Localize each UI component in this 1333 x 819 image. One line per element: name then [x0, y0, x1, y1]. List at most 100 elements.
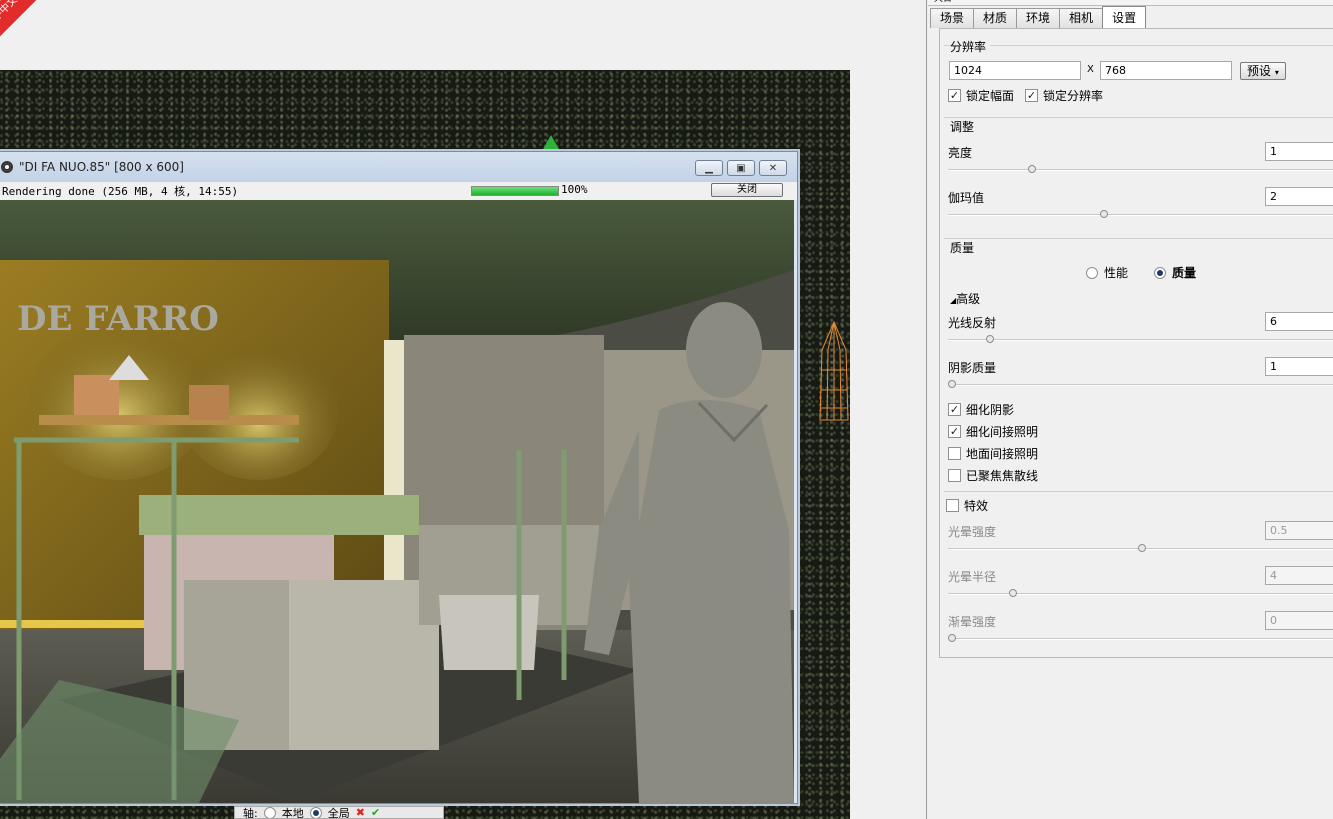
checkbox-box[interactable]	[948, 447, 961, 460]
performance-radio[interactable]	[1086, 266, 1098, 279]
gizmo-arrow-icon[interactable]	[542, 135, 560, 151]
lock-resolution-checkbox[interactable]: ✓ 锁定分辨率	[1025, 87, 1103, 104]
rendered-image: DE FARRO	[0, 200, 794, 803]
ground-indirect-checkbox[interactable]: 地面间接照明	[948, 445, 1038, 462]
preset-dropdown[interactable]: 预设 ▾	[1240, 62, 1286, 80]
checkbox-box[interactable]: ✓	[948, 425, 961, 438]
checkbox-box[interactable]	[946, 499, 959, 512]
refine-indirect-checkbox[interactable]: ✓ 细化间接照明	[948, 423, 1038, 440]
resolution-width-input[interactable]: 1024	[949, 61, 1081, 80]
axis-toolbar: 轴: 本地 全局 ✖ ✔	[234, 806, 444, 819]
axis-label: 轴:	[243, 806, 258, 819]
app-stage: xuexiniu 学犀牛中文网 "DI FA NUO.85" [800 x 60…	[0, 0, 1333, 819]
lock-resolution-label: 锁定分辨率	[1043, 89, 1104, 103]
vignette-slider-thumb[interactable]	[948, 634, 956, 642]
lock-aspect-checkbox[interactable]: ✓ 锁定幅面	[948, 87, 1014, 104]
maximize-button[interactable]: ▣	[727, 160, 755, 176]
resolution-height-input[interactable]: 768	[1100, 61, 1232, 80]
confirm-icon[interactable]: ✔	[371, 807, 380, 818]
cancel-icon[interactable]: ✖	[356, 807, 365, 818]
ray-bounces-input[interactable]: 6	[1265, 312, 1333, 331]
shadow-quality-input[interactable]: 1	[1265, 357, 1333, 376]
ground-indirect-label: 地面间接照明	[966, 447, 1039, 461]
refine-shadows-label: 细化阴影	[966, 403, 1015, 417]
preset-label: 预设	[1247, 64, 1272, 78]
quality-label: 质量	[1172, 266, 1197, 280]
store-sign: DE FARRO	[17, 299, 219, 339]
global-radio[interactable]	[309, 807, 322, 818]
bloom-intensity-label: 光晕强度	[948, 525, 997, 539]
focused-caustics-checkbox[interactable]: 已聚焦焦散线	[948, 467, 1038, 484]
ray-bounces-slider-track[interactable]	[948, 335, 1333, 343]
render-status-bar: Rendering done (256 MB, 4 核, 14:55)	[0, 182, 797, 200]
chevron-down-icon: ▾	[1274, 68, 1279, 77]
bloom-radius-slider-track[interactable]	[948, 589, 1333, 597]
effects-label: 特效	[964, 499, 989, 513]
close-render-button[interactable]: 关闭	[711, 183, 783, 197]
ray-bounces-slider-thumb[interactable]	[985, 335, 994, 343]
quality-group-title: 质量	[950, 241, 975, 255]
adjust-group-title: 调整	[950, 120, 975, 134]
brightness-input[interactable]: 1	[1265, 142, 1333, 161]
gamma-slider-track[interactable]	[948, 210, 1333, 218]
app-icon	[1, 161, 13, 173]
maximize-icon: ▣	[736, 162, 746, 174]
focused-caustics-label: 已聚焦焦散线	[966, 469, 1039, 483]
tab-settings[interactable]: 设置	[1102, 6, 1147, 28]
resolution-separator: X	[1087, 64, 1094, 75]
progress-fill	[472, 187, 558, 195]
bloom-radius-slider-thumb[interactable]	[1008, 589, 1017, 597]
checkbox-box[interactable]	[948, 469, 961, 482]
tab-scene[interactable]: 场景	[930, 8, 975, 28]
close-icon: ✕	[768, 162, 778, 174]
render-window-titlebar[interactable]: "DI FA NUO.85" [800 x 600] ▁ ▣ ✕	[0, 152, 797, 182]
watermark-logo: xuexiniu 学犀牛中文网	[0, 0, 80, 64]
tab-materials[interactable]: 材质	[973, 8, 1018, 28]
brightness-slider-thumb[interactable]	[1027, 165, 1036, 173]
render-settings-panel: 场景 材质 环境 相机 设置 分辨率 1024 X 768 预设 ▾ ✓ 锁定幅面…	[926, 0, 1333, 819]
shadow-quality-slider-thumb[interactable]	[948, 380, 956, 388]
advanced-label: 高级	[956, 292, 981, 306]
render-window-title: "DI FA NUO.85" [800 x 600]	[19, 160, 184, 174]
render-window: "DI FA NUO.85" [800 x 600] ▁ ▣ ✕ Renderi…	[0, 151, 798, 804]
quality-radio[interactable]	[1154, 266, 1167, 279]
vignette-label: 渐晕强度	[948, 615, 997, 629]
tab-strip: 场景 材质 环境 相机 设置	[930, 6, 1147, 28]
refine-indirect-label: 细化间接照明	[966, 425, 1039, 439]
checkbox-box[interactable]: ✓	[948, 89, 961, 102]
lock-aspect-label: 锁定幅面	[966, 89, 1015, 103]
refine-shadows-checkbox[interactable]: ✓ 细化阴影	[948, 401, 1014, 418]
close-button[interactable]: ✕	[759, 160, 787, 176]
advanced-expander[interactable]: ◢高级	[950, 290, 980, 307]
bloom-radius-input[interactable]: 4	[1265, 566, 1333, 585]
effects-checkbox[interactable]: 特效	[946, 497, 993, 514]
tab-environment[interactable]: 环境	[1016, 8, 1061, 28]
progress-percent: 100%	[561, 183, 588, 196]
brightness-slider-track[interactable]	[948, 165, 1333, 173]
resolution-group-title: 分辨率	[950, 38, 991, 55]
minimize-button[interactable]: ▁	[695, 160, 723, 176]
bloom-intensity-input[interactable]: 0.5	[1265, 521, 1333, 540]
performance-label: 性能	[1104, 266, 1129, 280]
local-label: 本地	[281, 806, 304, 819]
bloom-radius-label: 光晕半径	[948, 570, 997, 584]
minimize-icon: ▁	[705, 162, 713, 174]
vignette-slider-track[interactable]	[948, 634, 1333, 642]
shadow-quality-slider-track[interactable]	[948, 380, 1333, 388]
checkbox-box[interactable]: ✓	[948, 403, 961, 416]
tab-camera[interactable]: 相机	[1059, 8, 1104, 28]
bloom-intensity-slider-track[interactable]	[948, 544, 1333, 552]
birdcage-wireframe	[818, 320, 850, 438]
gamma-slider-thumb[interactable]	[1099, 210, 1108, 218]
gamma-input[interactable]: 2	[1265, 187, 1333, 206]
gamma-label: 伽玛值	[948, 191, 985, 205]
brightness-label: 亮度	[948, 146, 973, 160]
shadow-quality-label: 阴影质量	[948, 361, 997, 375]
ray-bounces-label: 光线反射	[948, 316, 997, 330]
vignette-input[interactable]: 0	[1265, 611, 1333, 630]
local-radio[interactable]	[263, 807, 276, 818]
checkbox-box[interactable]: ✓	[1025, 89, 1038, 102]
panel-header-text: 天日	[934, 0, 952, 4]
global-label: 全局	[327, 806, 350, 819]
bloom-intensity-slider-thumb[interactable]	[1137, 544, 1146, 552]
